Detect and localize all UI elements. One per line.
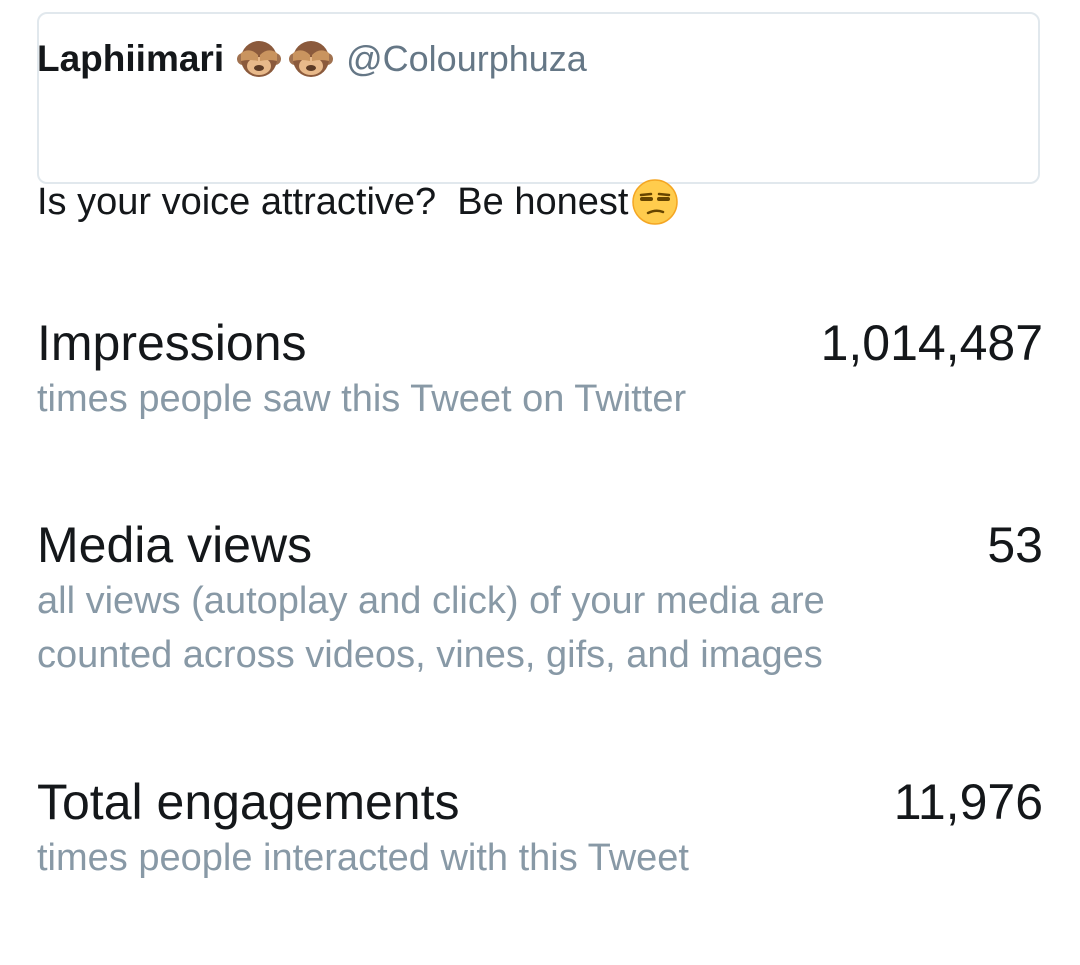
tweet-text: Is your voice attractive? Be honest <box>37 180 629 223</box>
metric-description: all views (autoplay and click) of your m… <box>37 580 825 676</box>
tweet-text-row: Is your voice attractive? Be honest <box>37 92 680 312</box>
author-name[interactable]: Laphiimari <box>37 38 224 80</box>
metric-title: Impressions <box>37 315 307 371</box>
metric-description: times people saw this Tweet on Twitter <box>37 378 687 420</box>
metric-description: times people interacted with this Tweet <box>37 837 689 879</box>
metric-value: 53 <box>987 517 1043 573</box>
author-handle[interactable]: @Colourphuza <box>346 38 587 80</box>
see-no-evil-monkey-icon <box>288 39 334 79</box>
metric-title: Total engagements <box>37 774 460 830</box>
metric-title: Media views <box>37 517 313 573</box>
metric-value: 11,976 <box>893 774 1043 830</box>
unamused-face-icon <box>630 92 680 312</box>
tweet-header: Laphiimari @Colourphuza <box>37 38 587 80</box>
author-emoji-group <box>236 39 334 79</box>
metric-value: 1,014,487 <box>820 315 1043 371</box>
see-no-evil-monkey-icon <box>236 39 282 79</box>
